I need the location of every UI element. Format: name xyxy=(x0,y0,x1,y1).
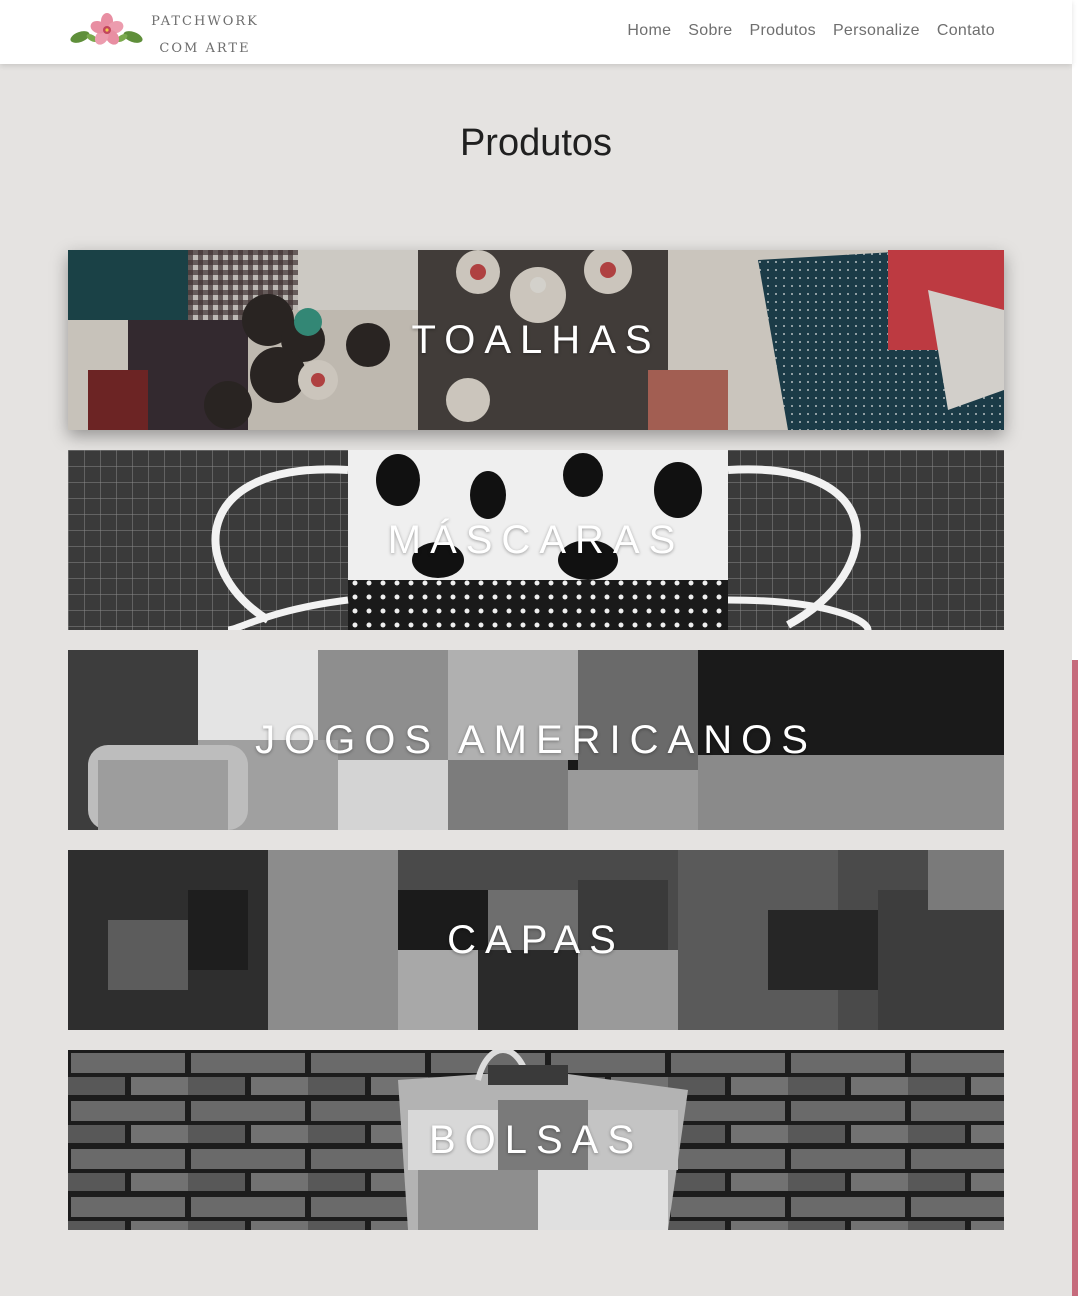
category-banner-toalhas[interactable]: TOALHAS xyxy=(68,250,1004,430)
nav-sobre[interactable]: Sobre xyxy=(688,22,732,40)
nav-contato[interactable]: Contato xyxy=(937,22,995,40)
category-label: BOLSAS xyxy=(428,1117,644,1162)
category-banner-jogos-americanos[interactable]: JOGOS AMERICANOS xyxy=(68,650,1004,830)
category-label: CAPAS xyxy=(447,917,625,962)
category-banner-bolsas[interactable]: BOLSAS xyxy=(68,1050,1004,1230)
logo-line-2: COM ARTE xyxy=(159,41,251,56)
logo-line-1: PATCHWORK xyxy=(151,14,259,29)
category-label: TOALHAS xyxy=(411,317,661,362)
category-banner-mascaras[interactable]: MÁSCARAS xyxy=(68,450,1004,630)
nav-produtos[interactable]: Produtos xyxy=(750,22,816,40)
scrollbar-thumb[interactable] xyxy=(1072,660,1078,1296)
flower-leaves-logo-icon xyxy=(70,13,143,45)
category-label: JOGOS AMERICANOS xyxy=(255,717,817,762)
nav-personalize[interactable]: Personalize xyxy=(833,22,920,40)
scrollbar[interactable] xyxy=(1072,0,1078,1296)
site-header: PATCHWORK COM ARTE Home Sobre Produtos P… xyxy=(0,0,1072,64)
category-banner-capas[interactable]: CAPAS xyxy=(68,850,1004,1030)
page-title: Produtos xyxy=(459,122,613,164)
logo-text: PATCHWORK COM ARTE xyxy=(150,8,260,62)
category-label: MÁSCARAS xyxy=(387,517,685,562)
site-logo[interactable]: PATCHWORK COM ARTE xyxy=(70,8,270,56)
nav-home[interactable]: Home xyxy=(627,22,671,40)
main-nav: Home Sobre Produtos Personalize Contato xyxy=(627,22,995,40)
